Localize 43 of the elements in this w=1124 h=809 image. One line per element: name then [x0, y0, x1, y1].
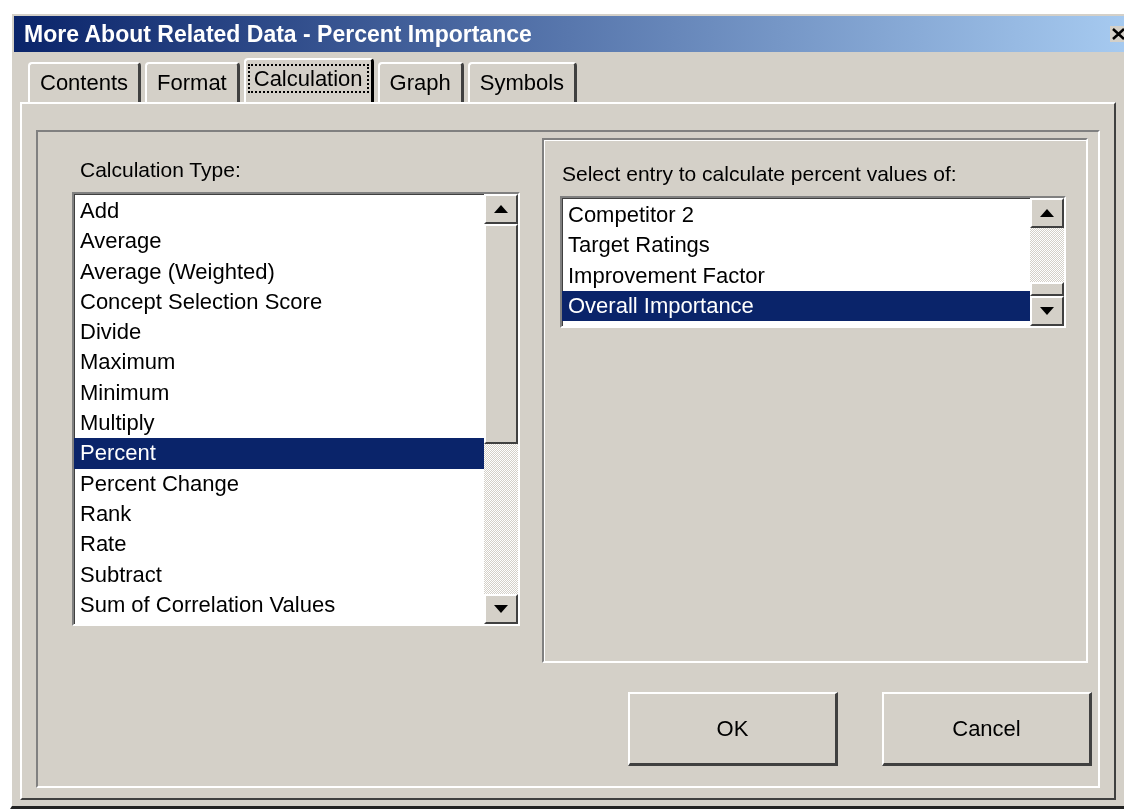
scroll-up-button[interactable] — [1030, 198, 1064, 228]
list-item[interactable]: Rate — [74, 529, 484, 560]
scrollbar-thumb[interactable] — [1030, 282, 1064, 296]
scrollbar[interactable] — [484, 194, 518, 624]
list-item[interactable]: Sum of Correlation Values — [74, 589, 484, 621]
list-item[interactable]: Percent Change — [74, 468, 484, 499]
tab[interactable]: Calculation — [243, 58, 374, 102]
list-item[interactable]: Improvement Factor — [562, 260, 1030, 291]
scrollbar[interactable] — [1030, 198, 1064, 326]
list-item[interactable]: Rank — [74, 498, 484, 530]
list-item[interactable]: Maximum — [74, 347, 484, 378]
list-item[interactable]: Divide — [74, 317, 484, 348]
close-icon[interactable] — [1110, 26, 1124, 42]
scroll-down-button[interactable] — [484, 594, 518, 624]
up-arrow-icon — [1040, 209, 1054, 217]
tab[interactable]: Symbols — [467, 62, 578, 102]
list-item[interactable]: Add — [74, 196, 484, 227]
list-item[interactable]: Minimum — [74, 377, 484, 409]
list-item[interactable]: Concept Selection Score — [74, 286, 484, 318]
ok-button[interactable]: OK — [628, 692, 838, 766]
calculation-type-label: Calculation Type: — [80, 158, 242, 182]
scroll-up-button[interactable] — [484, 194, 518, 224]
up-arrow-icon — [494, 205, 508, 213]
down-arrow-icon — [1040, 307, 1054, 315]
scrollbar-thumb[interactable] — [484, 224, 518, 444]
scroll-down-button[interactable] — [1030, 296, 1064, 326]
list-item[interactable]: Average (Weighted) — [74, 256, 484, 287]
list-item[interactable]: Average — [74, 226, 484, 257]
tab[interactable]: Contents — [28, 62, 142, 102]
window-title: More About Related Data - Percent Importance — [23, 20, 532, 48]
entry-list[interactable]: Competitor 2 Target Ratings Improvement Factor Overall Importance — [560, 196, 1066, 328]
cancel-button[interactable]: Cancel — [882, 692, 1092, 766]
list-item[interactable]: Competitor 2 — [562, 200, 1030, 231]
down-arrow-icon — [494, 605, 508, 613]
list-item[interactable]: Percent — [74, 438, 484, 469]
calculation-type-list[interactable]: Add Average Average (Weighted) Concept Selection Score Divide Maximum Minimum Multiply Percent Percent Change Rank Rate Subtract Sum of Correlation Values — [72, 192, 520, 626]
entry-label: Select entry to calculate percent values of: — [562, 162, 958, 186]
list-item[interactable]: Target Ratings — [562, 230, 1030, 261]
tab[interactable]: Graph — [377, 62, 464, 102]
list-item[interactable]: Subtract — [74, 559, 484, 590]
tab[interactable]: Format — [145, 62, 240, 102]
list-item[interactable]: Overall Importance — [562, 290, 1030, 322]
list-item[interactable]: Multiply — [74, 408, 484, 439]
